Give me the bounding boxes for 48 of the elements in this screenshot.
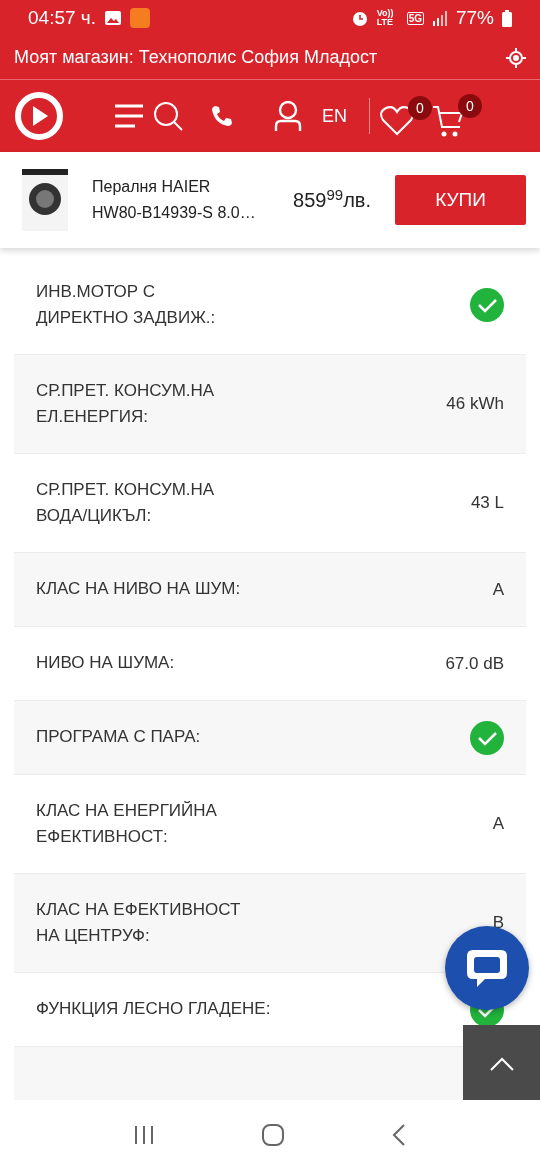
battery-icon <box>502 9 512 27</box>
status-time: 04:57 ч. <box>28 5 96 30</box>
cart-icon[interactable] <box>432 104 464 138</box>
chevron-up-icon <box>489 1056 514 1071</box>
image-icon <box>104 10 122 26</box>
network-label: Vo)) LTE <box>376 9 395 27</box>
spec-label: ФУНКЦИЯ ЛЕСНО ГЛАДЕНЕ: <box>36 998 271 1021</box>
spec-value: 67.0 dB <box>445 652 504 675</box>
home-icon[interactable] <box>261 1123 285 1147</box>
spec-label: ПРОГРАМА С ПАРА: <box>36 726 201 749</box>
logo-icon[interactable] <box>14 91 64 141</box>
user-icon[interactable] <box>274 100 302 132</box>
scroll-to-top-button[interactable] <box>463 1025 540 1102</box>
spec-label: СР.ПРЕТ. КОНСУМ.НА ВОДА/ЦИКЪЛ: <box>36 478 216 527</box>
spec-value: A <box>492 578 504 601</box>
location-icon[interactable] <box>506 47 526 68</box>
spec-label: КЛАС НА ЕФЕКТИВНОСТ НА ЦЕНТРУФ: <box>36 898 242 947</box>
spec-value: B <box>492 912 504 935</box>
wishlist-count: 0 <box>408 96 432 120</box>
spec-label: НИВО НА ШУМА: <box>36 652 175 675</box>
check-icon <box>470 720 504 755</box>
product-thumbnail <box>22 169 68 231</box>
back-icon[interactable] <box>391 1123 407 1147</box>
product-title: Пералня HAIER HW80-B14939-S 8.0… <box>92 177 257 223</box>
search-icon[interactable] <box>152 100 184 132</box>
alarm-icon <box>350 9 369 27</box>
network-type-label: 5G <box>406 11 424 25</box>
phone-icon[interactable] <box>210 104 234 128</box>
signal-icon <box>431 10 448 26</box>
chat-button[interactable] <box>445 926 529 1010</box>
spec-value: 43 L <box>470 492 504 515</box>
recent-apps-icon[interactable] <box>133 1124 155 1146</box>
chat-icon <box>465 947 509 989</box>
spec-label: СР.ПРЕТ. КОНСУМ.НА ЕЛ.ЕНЕРГИЯ: <box>36 379 216 428</box>
buy-button[interactable]: КУПИ <box>395 175 526 225</box>
app-icon <box>130 8 150 28</box>
product-price: 859$^{99}$лв. <box>293 185 371 213</box>
spec-label: КЛАС НА ЕНЕРГИЙНА ЕФЕКТИВНОСТ: <box>36 799 218 848</box>
spec-label: КЛАС НА НИВО НА ШУМ: <box>36 578 241 601</box>
language-link[interactable]: EN <box>322 102 347 130</box>
spec-label: ИНВ.МОТОР С ДИРЕКТНО ЗАДВИЖ.: <box>36 280 217 329</box>
wishlist-icon[interactable] <box>380 106 414 136</box>
menu-icon[interactable] <box>114 103 144 129</box>
spec-value: A <box>492 813 504 836</box>
battery-percentage: 77% <box>455 5 494 30</box>
spec-value: 46 kWh <box>446 393 504 416</box>
check-icon <box>470 288 504 322</box>
cart-count: 0 <box>458 94 482 118</box>
